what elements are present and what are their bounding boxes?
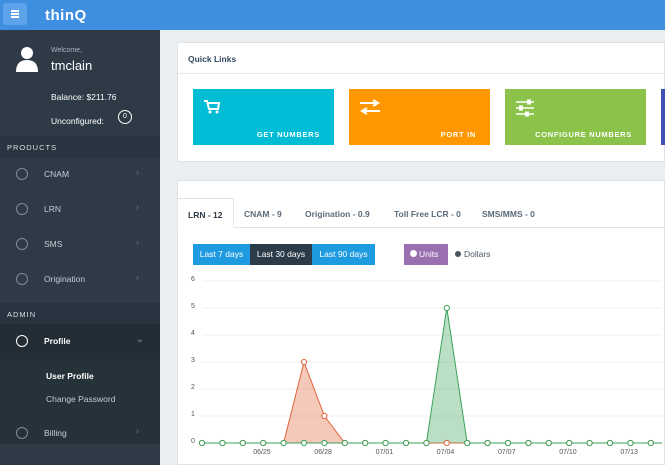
sidebar-item-origination[interactable]: Origination › <box>0 262 160 297</box>
lrn-usage-chart <box>198 280 662 447</box>
sidebar: Welcome, tmclain Balance: $211.76 Unconf… <box>0 30 160 465</box>
submenu-item-change-password[interactable]: Change Password <box>46 394 115 404</box>
data-point[interactable] <box>504 439 512 447</box>
welcome-text: Welcome, <box>51 47 82 54</box>
radio-dot-icon <box>455 251 461 257</box>
sliders-icon <box>516 99 534 117</box>
data-point[interactable] <box>525 439 532 447</box>
last-90-days-button[interactable]: Last 90 days <box>312 244 375 265</box>
data-point[interactable] <box>382 439 389 447</box>
chevron-right-icon: › <box>136 237 139 247</box>
data-point[interactable] <box>321 412 328 420</box>
data-point[interactable] <box>443 439 450 447</box>
data-point[interactable] <box>464 439 471 447</box>
tab-toll-free-lcr[interactable]: Toll Free LCR - 0 <box>394 198 461 228</box>
transfer-arrows-icon <box>360 99 380 115</box>
next-card-edge[interactable] <box>661 89 665 145</box>
data-point[interactable] <box>341 439 348 447</box>
data-point[interactable] <box>647 439 654 447</box>
top-bar: thinQ <box>0 0 665 30</box>
origination-icon <box>16 273 28 285</box>
sidebar-item-cnam[interactable]: CNAM › <box>0 157 160 192</box>
chevron-right-icon: › <box>136 167 139 177</box>
lrn-icon <box>16 203 28 215</box>
sidebar-item-label: Origination <box>44 274 86 284</box>
data-point[interactable] <box>423 439 430 447</box>
hamburger-menu-button[interactable] <box>3 3 27 25</box>
app-logo[interactable]: thinQ <box>45 7 87 24</box>
data-point[interactable] <box>300 439 308 447</box>
data-point[interactable] <box>239 439 246 447</box>
sidebar-item-label: Billing <box>44 428 67 438</box>
unconfigured-count-icon[interactable]: 0 <box>118 110 132 124</box>
last-30-days-button[interactable]: Last 30 days <box>250 244 312 265</box>
radio-filled-icon <box>410 250 417 257</box>
series-area <box>202 308 662 443</box>
last-7-days-button[interactable]: Last 7 days <box>193 244 250 265</box>
balance-text: Balance: $211.76 <box>51 92 117 102</box>
units-label: Units <box>419 249 439 259</box>
quick-links-title: Quick Links <box>188 54 237 64</box>
chevron-down-icon: ⌄ <box>136 334 144 344</box>
tab-origination[interactable]: Origination - 0.9 <box>305 198 370 228</box>
sidebar-item-label: LRN <box>44 204 62 214</box>
products-heading: PRODUCTS <box>0 136 160 158</box>
chevron-right-icon: › <box>136 272 139 282</box>
sidebar-item-profile[interactable]: Profile ⌄ <box>0 324 160 359</box>
data-point[interactable] <box>443 304 450 312</box>
data-point[interactable] <box>219 439 226 447</box>
data-point[interactable] <box>606 439 614 447</box>
data-point[interactable] <box>627 439 634 447</box>
configure-numbers-card[interactable]: CONFIGURE NUMBERS <box>505 89 646 145</box>
tab-sms-mms[interactable]: SMS/MMS - 0 <box>482 198 535 228</box>
admin-heading: ADMIN <box>0 303 160 325</box>
sidebar-item-label: Profile <box>44 336 71 346</box>
user-avatar-icon <box>16 47 38 72</box>
billing-icon <box>16 427 28 439</box>
cart-icon <box>204 100 221 114</box>
sms-icon <box>16 238 28 250</box>
card-label: PORT IN <box>440 130 476 139</box>
data-point[interactable] <box>484 439 491 447</box>
units-toggle[interactable]: Units <box>404 244 448 265</box>
tab-cnam[interactable]: CNAM - 9 <box>244 198 282 228</box>
sidebar-item-sms[interactable]: SMS › <box>0 227 160 262</box>
profile-icon <box>16 335 28 347</box>
data-point[interactable] <box>586 439 593 447</box>
data-point[interactable] <box>566 439 573 447</box>
data-point[interactable] <box>402 439 410 447</box>
username: tmclain <box>51 58 93 73</box>
data-point[interactable] <box>545 439 552 447</box>
data-point[interactable] <box>321 439 328 447</box>
data-point[interactable] <box>198 439 206 447</box>
sidebar-item-label: SMS <box>44 239 63 249</box>
cnam-icon <box>16 168 28 180</box>
data-point[interactable] <box>260 439 267 447</box>
sidebar-item-label: CNAM <box>44 169 70 179</box>
dollars-toggle[interactable]: Dollars <box>455 244 490 265</box>
user-block: Welcome, tmclain Balance: $211.76 Unconf… <box>0 30 160 136</box>
chevron-right-icon: › <box>136 426 139 436</box>
dollars-label: Dollars <box>464 249 491 259</box>
data-point[interactable] <box>362 439 369 447</box>
stats-tabs: LRN - 12 CNAM - 9 Origination - 0.9 Toll… <box>177 198 665 228</box>
sidebar-item-billing[interactable]: Billing › <box>0 416 160 451</box>
submenu-item-user-profile[interactable]: User Profile <box>46 371 94 381</box>
chevron-right-icon: › <box>136 202 139 212</box>
data-point[interactable] <box>300 358 308 366</box>
get-numbers-card[interactable]: GET NUMBERS <box>193 89 334 145</box>
card-label: CONFIGURE NUMBERS <box>535 130 632 139</box>
sidebar-item-lrn[interactable]: LRN › <box>0 192 160 227</box>
tab-lrn[interactable]: LRN - 12 <box>177 198 234 228</box>
data-point[interactable] <box>280 439 287 447</box>
card-label: GET NUMBERS <box>256 130 320 139</box>
port-in-card[interactable]: PORT IN <box>349 89 490 145</box>
unconfigured-label: Unconfigured: <box>51 116 104 126</box>
